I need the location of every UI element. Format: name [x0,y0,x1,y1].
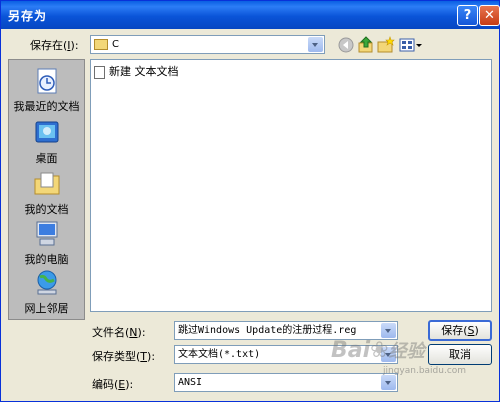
save-as-dialog: 另存为 ? ✕ 保存在(I): C 我最近的文档 桌面 我的文档 我的电脑 网上… [0,0,500,402]
desktop-icon [32,118,62,148]
save-button[interactable]: 保存(S) [428,320,492,341]
place-my-documents[interactable]: 我的文档 [9,169,84,217]
my-computer-icon [32,219,62,249]
folder-icon [94,38,108,50]
up-folder-icon[interactable] [357,36,375,54]
filetype-label: 保存类型(T): [92,350,156,363]
places-bar: 我最近的文档 桌面 我的文档 我的电脑 网上邻居 [8,59,85,320]
watermark-brand: Bai❀经验 [331,338,425,363]
place-label: 我最近的文档 [13,100,80,113]
views-menu-icon[interactable] [399,36,423,54]
paw-icon: ❀ [370,338,389,363]
save-in-label: 保存在(I): [30,39,79,52]
chevron-down-icon[interactable] [308,37,323,52]
place-network-places[interactable]: 网上邻居 [9,268,84,316]
close-button[interactable]: ✕ [479,5,500,26]
network-places-icon [32,268,62,298]
text-file-icon [94,65,105,79]
save-in-dropdown[interactable]: C [90,35,325,54]
dialog-title: 另存为 [8,9,48,23]
file-list[interactable]: 新建 文本文档 [90,59,492,312]
place-desktop[interactable]: 桌面 [9,118,84,166]
new-folder-icon[interactable] [377,36,395,54]
help-button[interactable]: ? [457,5,478,26]
place-recent-documents[interactable]: 我最近的文档 [9,66,84,114]
place-label: 网上邻居 [24,302,69,315]
save-in-value: C [112,39,119,50]
file-name: 新建 文本文档 [109,65,179,78]
chevron-down-icon[interactable] [381,375,396,390]
my-documents-icon [32,169,62,199]
place-label: 我的文档 [24,203,69,216]
filename-label: 文件名(N): [92,326,146,339]
recent-documents-icon [32,66,62,96]
place-my-computer[interactable]: 我的电脑 [9,219,84,267]
place-label: 我的电脑 [24,253,69,266]
list-item[interactable]: 新建 文本文档 [94,63,179,79]
cancel-button[interactable]: 取消 [428,344,492,365]
title-bar: 另存为 ? ✕ [1,1,500,29]
chevron-down-icon[interactable] [381,323,396,338]
encoding-label: 编码(E): [92,378,134,391]
place-label: 桌面 [35,152,58,165]
encoding-dropdown[interactable]: ANSI [174,373,398,392]
watermark-url: jingyan.baidu.com [383,366,467,376]
back-icon[interactable] [337,36,355,54]
